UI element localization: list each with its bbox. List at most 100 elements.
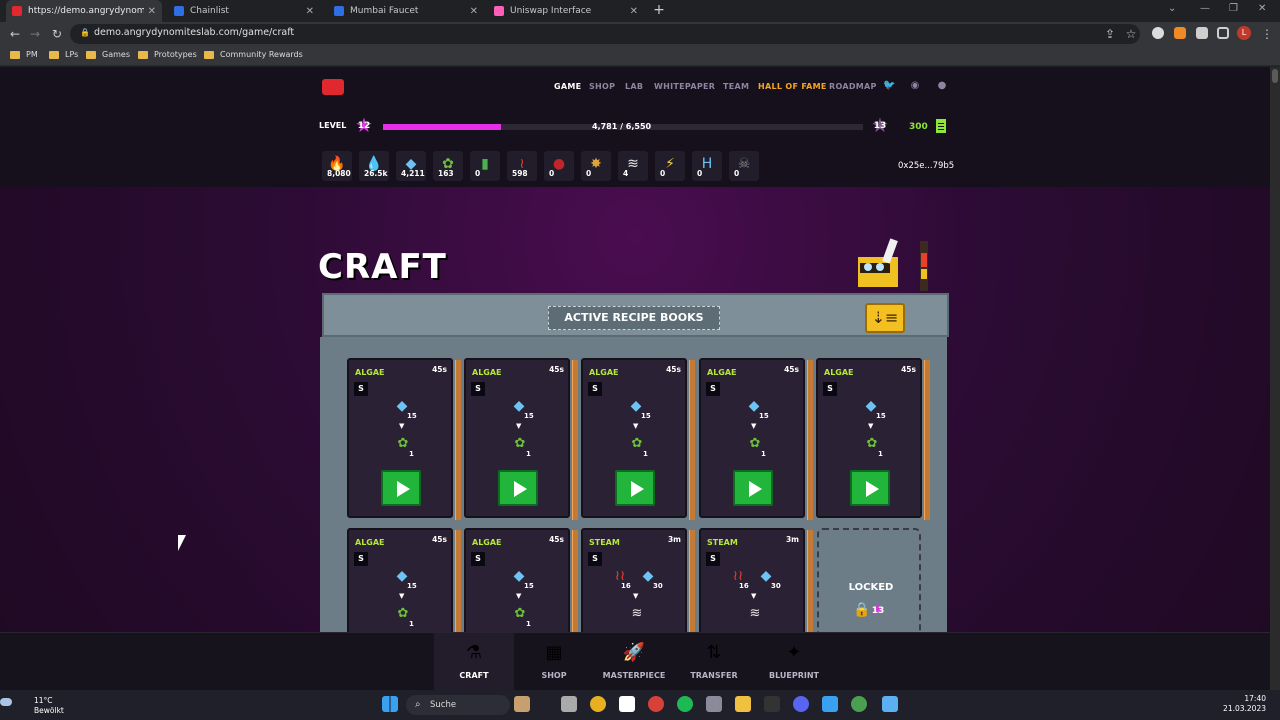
settings-icon[interactable] <box>706 696 722 712</box>
bookmark-label: PM <box>26 50 38 59</box>
tab-angrydynomiteslab[interactable]: https://demo.angrydynomiteslab.c ✕ <box>6 0 162 22</box>
back-icon[interactable]: ← <box>8 26 22 42</box>
output-qty: 1 <box>409 450 414 458</box>
discord-app-icon[interactable] <box>793 696 809 712</box>
bookmark-community-rewards[interactable]: Community Rewards <box>204 50 303 59</box>
notepad-icon[interactable] <box>882 696 898 712</box>
tab-mumbai-faucet[interactable]: Mumbai Faucet ✕ <box>328 0 484 22</box>
pipe <box>689 360 695 520</box>
bookmark-games[interactable]: Games <box>86 50 130 59</box>
play-button[interactable] <box>850 470 890 506</box>
nav-shop[interactable]: SHOP <box>589 82 615 91</box>
weather-widget[interactable]: 11°C Bewölkt <box>0 696 64 716</box>
share-icon[interactable]: ⇪ <box>1103 26 1117 42</box>
nav-hall-of-fame[interactable]: HALL OF FAME <box>758 82 827 91</box>
chrome-profile-icon[interactable] <box>648 696 664 712</box>
close-window-button[interactable]: ✕ <box>1258 3 1266 14</box>
nav-team[interactable]: TEAM <box>723 82 749 91</box>
resource-oxygen-tank: ▮ 0 <box>470 151 500 181</box>
output-qty: 1 <box>526 450 531 458</box>
sort-button[interactable]: ⇣≡ <box>865 303 905 333</box>
chrome-icon[interactable] <box>590 696 606 712</box>
shop-icon: ▦ <box>545 642 563 663</box>
wallet-address[interactable]: 0x25e...79b5 <box>898 161 954 171</box>
play-button[interactable] <box>733 470 773 506</box>
avatar[interactable]: L <box>1237 26 1251 40</box>
steam-icon: ≋ <box>631 606 643 621</box>
bottom-nav-shop[interactable]: ▦ SHOP <box>514 633 594 690</box>
play-button[interactable] <box>615 470 655 506</box>
nav-lab[interactable]: LAB <box>625 82 643 91</box>
app-icon[interactable] <box>764 696 780 712</box>
page-title: CRAFT <box>318 247 447 287</box>
recipe-time: 3m <box>667 535 681 544</box>
widgets-icon[interactable] <box>514 696 530 712</box>
menu-icon[interactable]: ⋮ <box>1260 26 1274 42</box>
input-qty: 15 <box>407 582 417 590</box>
tab-uniswap[interactable]: Uniswap Interface ✕ <box>488 0 644 22</box>
mouse-cursor-icon <box>178 535 186 551</box>
resource-lightning: ⚡ 0 <box>655 151 685 181</box>
tier-badge: S <box>588 552 602 566</box>
steam-icon: ≋ <box>749 606 761 621</box>
scrollbar[interactable] <box>1270 67 1280 690</box>
tab-search-icon[interactable]: ⌄ <box>1168 3 1176 14</box>
locked-label: LOCKED <box>848 582 894 593</box>
play-button[interactable] <box>381 470 421 506</box>
bottom-nav-blueprint[interactable]: ✦ BLUEPRINT <box>754 633 834 690</box>
bookmarks-bar: PM LPs Games Prototypes Community Reward… <box>0 46 1280 66</box>
spotify-icon[interactable] <box>677 696 693 712</box>
metamask-icon[interactable] <box>1174 27 1186 39</box>
task-view-icon[interactable] <box>561 696 577 712</box>
file-explorer-icon[interactable] <box>735 696 751 712</box>
photos-icon[interactable] <box>822 696 838 712</box>
lock-icon[interactable]: 🔒 <box>80 28 90 38</box>
bottom-nav-transfer[interactable]: ⇅ TRANSFER <box>674 633 754 690</box>
input-qty: 15 <box>641 412 651 420</box>
close-icon[interactable]: ✕ <box>306 6 314 17</box>
nav-whitepaper[interactable]: WHITEPAPER <box>654 82 715 91</box>
game-page: GAME SHOP LAB WHITEPAPER TEAM HALL OF FA… <box>0 67 1270 690</box>
close-icon[interactable]: ✕ <box>630 6 638 17</box>
xp-progress-fill <box>383 124 501 130</box>
puzzle-icon[interactable] <box>1196 27 1208 39</box>
address-bar[interactable]: 🔒 demo.angrydynomiteslab.com/game/craft <box>70 24 1140 44</box>
tier-badge: S <box>588 382 602 396</box>
reload-icon[interactable]: ↻ <box>50 26 64 42</box>
profile-icon[interactable]: ● <box>936 80 948 92</box>
taskbar-clock[interactable]: 17:40 21.03.2023 <box>1222 694 1266 714</box>
forward-icon[interactable]: → <box>28 26 42 42</box>
resource-value: 4,211 <box>401 169 425 178</box>
url-text[interactable]: demo.angrydynomiteslab.com/game/craft <box>94 27 294 38</box>
input-qty: 15 <box>524 412 534 420</box>
bottom-nav-masterpiece[interactable]: 🚀 MASTERPIECE <box>594 633 674 690</box>
play-button[interactable] <box>498 470 538 506</box>
discord-icon[interactable]: ◉ <box>909 80 921 92</box>
scrollbar-thumb[interactable] <box>1272 69 1278 83</box>
minimize-button[interactable]: — <box>1200 3 1210 14</box>
nav-roadmap[interactable]: ROADMAP <box>829 82 877 91</box>
logo[interactable] <box>322 79 344 95</box>
bookmark-prototypes[interactable]: Prototypes <box>138 50 197 59</box>
new-tab-button[interactable]: + <box>652 3 666 17</box>
sidepanel-icon[interactable] <box>1217 27 1229 39</box>
bookmark-star-icon[interactable]: ☆ <box>1124 26 1138 42</box>
taskbar-search[interactable]: ⌕ Suche <box>406 695 510 715</box>
chrome-alt-icon[interactable] <box>851 696 867 712</box>
close-icon[interactable]: ✕ <box>470 6 478 17</box>
maximize-button[interactable]: ❐ <box>1229 3 1238 14</box>
bookmark-lps[interactable]: LPs <box>49 50 78 59</box>
twitter-icon[interactable]: 🐦 <box>883 80 895 92</box>
recipe-time: 45s <box>666 365 681 374</box>
close-icon[interactable]: ✕ <box>148 6 156 17</box>
extension-icon[interactable] <box>1152 27 1164 39</box>
arrow-down-icon: ▼ <box>633 422 639 430</box>
notion-icon[interactable] <box>619 696 635 712</box>
tab-chainlist[interactable]: Chainlist ✕ <box>168 0 320 22</box>
nav-game[interactable]: GAME <box>554 82 581 91</box>
bookmark-pm[interactable]: PM <box>10 50 38 59</box>
resource-value: 26.5k <box>364 169 388 178</box>
recipe-card: ALGAE 45s S ◆ 15 ▼ ✿ 1 <box>464 358 578 520</box>
windows-start-icon[interactable] <box>382 696 398 712</box>
bottom-nav-craft[interactable]: ⚗ CRAFT <box>434 633 514 690</box>
